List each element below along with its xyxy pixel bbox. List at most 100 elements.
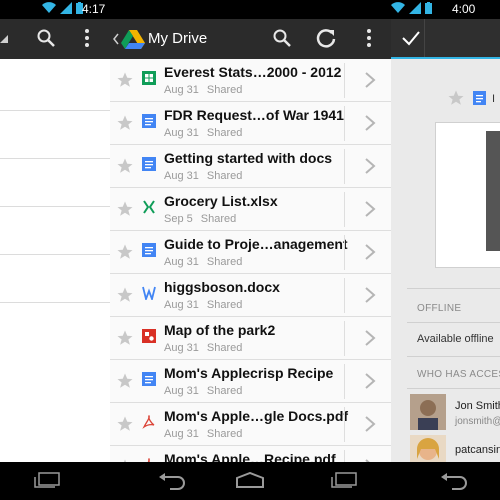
wifi-icon: [42, 2, 56, 14]
word-file-icon: [142, 286, 156, 300]
recent-apps-icon[interactable]: [33, 472, 61, 488]
file-row[interactable]: higgsboson.docx Aug 31 Shared: [110, 274, 391, 317]
chevron-right-icon[interactable]: [363, 200, 377, 218]
file-name: Map of the park2: [164, 322, 276, 338]
file-meta: Aug 31 Shared: [164, 170, 242, 182]
home-icon[interactable]: [235, 472, 265, 488]
star-icon[interactable]: [447, 89, 465, 107]
row-divider: [344, 278, 345, 313]
chevron-right-icon[interactable]: [363, 372, 377, 390]
back-icon[interactable]: [158, 472, 186, 490]
spreadsheet-icon: [142, 71, 156, 85]
refresh-icon[interactable]: [315, 27, 337, 49]
person-name: Jon Smith: [455, 400, 500, 412]
status-icons: [42, 2, 83, 14]
star-icon[interactable]: [116, 243, 134, 261]
row-divider: [344, 106, 345, 141]
chevron-right-icon[interactable]: [363, 286, 377, 304]
chevron-right-icon[interactable]: [363, 329, 377, 347]
star-icon[interactable]: [116, 157, 134, 175]
row-divider: [344, 63, 345, 98]
accent-line: [391, 57, 500, 59]
file-status: Shared: [206, 170, 243, 182]
signal-icon: [409, 2, 421, 14]
file-date: Aug 31: [164, 84, 199, 96]
star-icon[interactable]: [116, 329, 134, 347]
file-meta: Aug 31 Shared: [164, 84, 242, 96]
star-icon[interactable]: [116, 200, 134, 218]
row-divider: [0, 254, 110, 255]
person-name: patcansin: [455, 444, 500, 456]
file-name: Grocery List.xlsx: [164, 193, 278, 209]
file-row[interactable]: Grocery List.xlsx Sep 5 Shared: [110, 188, 391, 231]
details-pane: 4:00 I OFFLINE Available offline WHO HAS…: [391, 0, 500, 462]
file-date: Aug 31: [164, 342, 199, 354]
preview-thumbnail: [486, 131, 500, 251]
overflow-menu-icon[interactable]: [366, 28, 372, 48]
action-divider: [424, 19, 425, 59]
file-name: FDR Request…of War 1941: [164, 107, 344, 123]
back-icon[interactable]: [440, 472, 468, 490]
chevron-right-icon[interactable]: [363, 415, 377, 433]
file-name: Mom's Apple…gle Docs.pdf: [164, 408, 349, 424]
file-name: higgsboson.docx: [164, 279, 280, 295]
offline-header: OFFLINE: [417, 303, 462, 314]
file-name: Getting started with docs: [164, 150, 333, 166]
avatar: [410, 394, 446, 430]
drawing-icon: [142, 329, 156, 343]
file-name: Mom's Applecrisp Recipe: [164, 365, 334, 381]
row-divider: [344, 407, 345, 442]
details-title: I: [492, 93, 496, 105]
row-divider: [0, 206, 110, 207]
person-email: jonsmith@: [455, 416, 500, 427]
chevron-right-icon[interactable]: [363, 157, 377, 175]
file-meta: Aug 31 Shared: [164, 127, 242, 139]
section-divider: [407, 288, 500, 289]
chevron-right-icon[interactable]: [363, 71, 377, 89]
signal-icon: [60, 2, 72, 14]
overflow-menu-icon[interactable]: [84, 28, 90, 48]
document-preview[interactable]: [435, 122, 500, 268]
row-divider: [0, 158, 110, 159]
search-icon[interactable]: [272, 28, 292, 48]
star-icon[interactable]: [116, 415, 134, 433]
file-date: Aug 31: [164, 385, 199, 397]
star-icon[interactable]: [116, 114, 134, 132]
section-divider: [407, 356, 500, 357]
chevron-right-icon[interactable]: [363, 243, 377, 261]
star-icon[interactable]: [116, 372, 134, 390]
battery-icon: [425, 2, 432, 14]
document-icon: [473, 91, 486, 105]
recent-apps-icon[interactable]: [330, 472, 358, 488]
status-bar: 4:00: [391, 0, 500, 19]
status-icons: [391, 2, 432, 14]
done-check-icon[interactable]: [402, 30, 420, 46]
file-row[interactable]: Getting started with docs Aug 31 Shared: [110, 145, 391, 188]
row-divider: [344, 235, 345, 270]
search-icon[interactable]: [36, 28, 56, 48]
file-status: Shared: [206, 385, 243, 397]
file-row[interactable]: Map of the park2 Aug 31 Shared: [110, 317, 391, 360]
chevron-right-icon[interactable]: [363, 114, 377, 132]
up-caret-icon[interactable]: [113, 33, 119, 45]
collapse-arrow-icon[interactable]: [0, 35, 8, 45]
file-row[interactable]: Mom's Applecrisp Recipe Aug 31 Shared: [110, 360, 391, 403]
file-row[interactable]: Guide to Proje…anagement Aug 31 Shared: [110, 231, 391, 274]
file-status: Shared: [200, 213, 237, 225]
star-icon[interactable]: [116, 286, 134, 304]
file-meta: Aug 31 Shared: [164, 428, 242, 440]
file-row[interactable]: Mom's Apple…gle Docs.pdf Aug 31 Shared: [110, 403, 391, 446]
file-row[interactable]: FDR Request…of War 1941 Aug 31 Shared: [110, 102, 391, 145]
row-divider: [0, 302, 110, 303]
section-divider: [407, 322, 500, 323]
file-meta: Aug 31 Shared: [164, 299, 242, 311]
offline-toggle-label[interactable]: Available offline: [417, 333, 494, 345]
row-divider: [344, 450, 345, 462]
action-bar: [391, 19, 500, 59]
file-row[interactable]: Everest Stats…2000 - 2012 Aug 31 Shared: [110, 59, 391, 102]
star-icon[interactable]: [116, 71, 134, 89]
file-row[interactable]: Mom's Apple…Recipe.pdfAug 31Shared: [110, 446, 391, 462]
file-list: Everest Stats…2000 - 2012 Aug 31 Shared FDR…: [110, 59, 391, 462]
excel-file-icon: [143, 200, 155, 214]
file-date: Aug 31: [164, 170, 199, 182]
